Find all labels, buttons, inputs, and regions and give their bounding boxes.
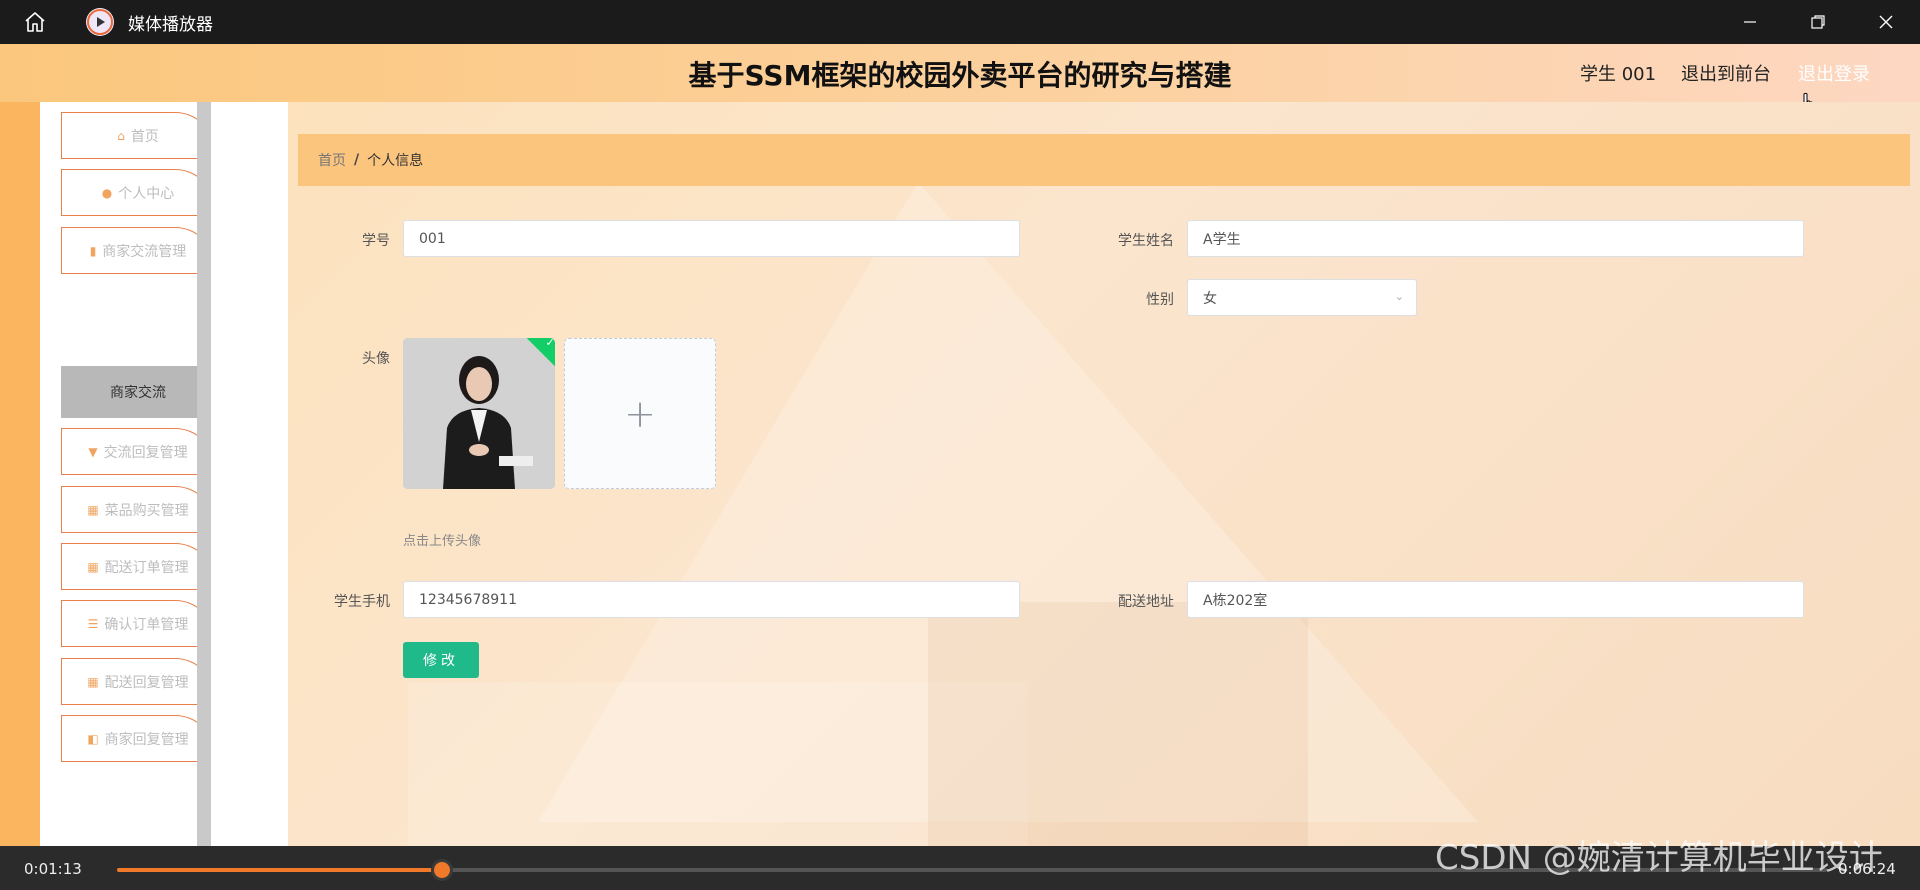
progress-fill: [117, 868, 442, 872]
window-titlebar: 媒体播放器: [0, 0, 1920, 44]
sidebar-item-merchant-exchange[interactable]: ▮商家交流管理 ⌄: [61, 227, 215, 274]
sidebar-menu: ⌂首页 ●个人中心 ⌄ ▮商家交流管理 ⌄ 商家交流 ▼交流回复管理 ⌄ ▦菜品…: [40, 102, 215, 846]
window-controls: [1716, 0, 1920, 44]
avatar-portrait: [403, 338, 555, 489]
main-content: 首页 / 个人信息 学号 001 学生姓名 A学生 性别 女 ⌄ 头像 ✓ + …: [288, 102, 1920, 846]
gender-select[interactable]: 女 ⌄: [1187, 279, 1417, 316]
sidebar-item-reply[interactable]: ▼交流回复管理 ⌄: [61, 428, 215, 475]
student-id-field[interactable]: 001: [403, 220, 1020, 257]
content-gutter: [211, 102, 288, 846]
current-user: 学生 001: [1580, 64, 1657, 85]
sidebar-item-label: 配送回复管理: [104, 674, 189, 691]
sidebar-item-label: 个人中心: [118, 185, 175, 202]
gender-select-value: 女: [1203, 290, 1217, 307]
address-field[interactable]: A栋202室: [1187, 581, 1804, 618]
csdn-watermark: CSDN @婉清计算机毕业设计: [1435, 838, 1883, 878]
submenu-merchant-exchange[interactable]: 商家交流: [61, 366, 215, 418]
phone-label: 学生手机: [334, 594, 390, 610]
sidebar-item-label: 菜品购买管理: [104, 502, 189, 519]
breadcrumb-current: 个人信息: [367, 153, 424, 169]
minimize-button[interactable]: [1716, 0, 1784, 44]
sidebar-item-label: 配送订单管理: [104, 559, 189, 576]
avatar-upload-hint: 点击上传头像: [403, 534, 482, 549]
chart-icon: ▮: [89, 243, 97, 258]
phone-field[interactable]: 12345678911: [403, 581, 1020, 618]
student-name-label: 学生姓名: [1118, 233, 1174, 249]
window-title: 媒体播放器: [128, 14, 213, 35]
sidebar-item-home[interactable]: ⌂ 首页: [61, 112, 215, 159]
thumb-icon: ◧: [87, 731, 99, 746]
sidebar-item-label: 首页: [130, 128, 159, 145]
sidebar-item-dish-purchase[interactable]: ▦菜品购买管理 ⌄: [61, 486, 215, 533]
app-area: 基于SSM框架的校园外卖平台的研究与搭建 学生 001 退出到前台 退出登录 ⌂…: [0, 44, 1920, 846]
modify-button[interactable]: 修改: [403, 642, 479, 678]
gender-label: 性别: [1146, 292, 1174, 308]
sidebar-item-label: 交流回复管理: [103, 444, 188, 461]
sidebar-item-delivery-reply[interactable]: ▦配送回复管理 ⌄: [61, 658, 215, 705]
student-id-label: 学号: [362, 233, 390, 249]
home-icon[interactable]: [17, 4, 53, 40]
sidebar-item-merchant-reply[interactable]: ◧商家回复管理 ⌄: [61, 715, 215, 762]
breadcrumb: 首页 / 个人信息: [298, 134, 1910, 186]
sidebar-item-label: 商家回复管理: [104, 731, 189, 748]
grid-icon: ▦: [87, 559, 99, 574]
background-shape: [928, 602, 1308, 846]
breadcrumb-separator: /: [354, 152, 360, 168]
plus-icon: +: [624, 391, 656, 436]
logout-link[interactable]: 退出登录: [1798, 60, 1870, 86]
home-icon: ⌂: [117, 128, 125, 143]
sidebar-item-label: 确认订单管理: [104, 616, 189, 633]
progress-thumb[interactable]: [430, 859, 453, 881]
sidebar-item-label: 商家交流管理: [102, 243, 187, 260]
app-header: 基于SSM框架的校园外卖平台的研究与搭建 学生 001 退出到前台 退出登录: [0, 44, 1920, 115]
sidebar-scrollbar[interactable]: [197, 102, 211, 846]
student-name-field[interactable]: A学生: [1187, 220, 1804, 257]
media-player-icon: [86, 8, 114, 36]
sidebar-strip: [0, 102, 40, 846]
address-label: 配送地址: [1118, 594, 1174, 610]
avatar-upload-button[interactable]: +: [564, 338, 716, 489]
back-to-front-link[interactable]: 退出到前台: [1681, 60, 1771, 86]
restore-button[interactable]: [1784, 0, 1852, 44]
breadcrumb-home[interactable]: 首页: [318, 150, 346, 170]
chevron-down-icon: ⌄: [1394, 290, 1404, 303]
list-icon: ☰: [87, 616, 99, 631]
check-icon: ✓: [545, 338, 555, 349]
sidebar-item-confirm-order[interactable]: ☰确认订单管理 ⌄: [61, 600, 215, 647]
close-button[interactable]: [1852, 0, 1920, 44]
grid-icon: ▦: [87, 674, 99, 689]
sidebar-item-delivery-order[interactable]: ▦配送订单管理 ⌄: [61, 543, 215, 590]
avatar-image[interactable]: ✓: [403, 338, 555, 489]
flag-icon: ▼: [88, 444, 98, 459]
current-time: 0:01:13: [24, 860, 82, 878]
grid-icon: ▦: [87, 502, 99, 517]
avatar-label: 头像: [362, 351, 390, 367]
user-icon: ●: [101, 185, 113, 200]
sidebar-item-personal-center[interactable]: ●个人中心 ⌄: [61, 169, 215, 216]
